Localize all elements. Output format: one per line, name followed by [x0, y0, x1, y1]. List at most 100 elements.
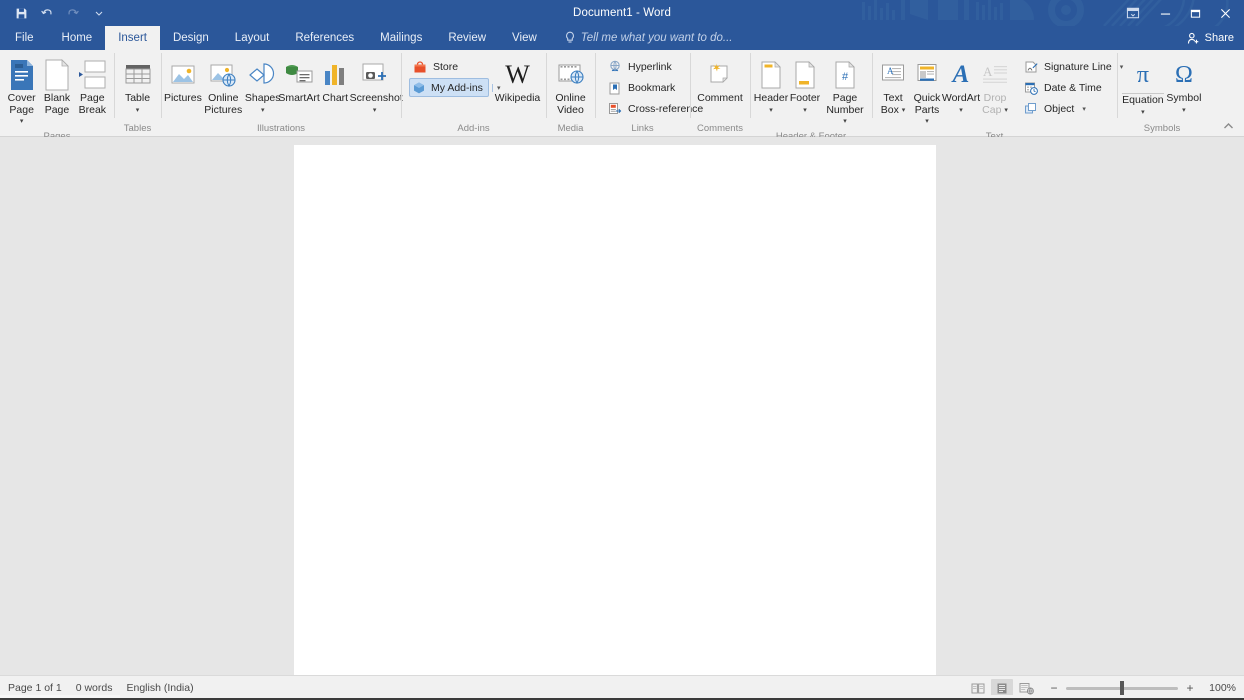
tab-review[interactable]: Review — [435, 26, 499, 50]
drop-cap-label: Drop Cap ▾ — [982, 92, 1008, 116]
smartart-button[interactable]: SmartArt — [278, 54, 320, 107]
pictures-button[interactable]: Pictures — [164, 54, 202, 107]
wikipedia-button[interactable]: W Wikipedia — [493, 54, 542, 107]
word-window: Document1 - Word File Home Insert Design… — [0, 0, 1244, 700]
blank-page-label: Blank Page — [43, 92, 71, 116]
store-button[interactable]: Store — [409, 57, 489, 76]
header-button[interactable]: Header ▾ — [754, 54, 788, 118]
tab-references[interactable]: References — [282, 26, 367, 50]
zoom-slider-thumb[interactable] — [1120, 680, 1124, 696]
quick-access-toolbar — [0, 2, 112, 24]
wikipedia-icon: W — [505, 60, 530, 89]
comment-button[interactable]: Comment — [694, 54, 746, 107]
online-pictures-button[interactable]: Online Pictures — [201, 54, 246, 118]
my-add-ins-label: My Add-ins — [431, 81, 483, 94]
tab-mailings[interactable]: Mailings — [367, 26, 435, 50]
group-label-comments: Comments — [697, 123, 743, 134]
save-button[interactable] — [8, 2, 34, 24]
tell-me-search-input[interactable]: Tell me what you want to do... — [550, 26, 732, 50]
tab-file[interactable]: File — [0, 26, 49, 50]
document-area — [0, 137, 1244, 675]
store-icon — [412, 59, 428, 75]
zoom-slider[interactable] — [1066, 680, 1178, 696]
ribbon-group-header-footer: Header ▾ Footer ▾ # Page Number ▾ Header &… — [750, 50, 872, 142]
ribbon-group-symbols: π Equation ▾ Ω Symbol ▾ Symbols — [1117, 50, 1207, 136]
undo-button[interactable] — [34, 2, 60, 24]
page-number-icon: # — [833, 58, 857, 92]
share-button[interactable]: Share — [1136, 26, 1244, 50]
footer-label: Footer ▾ — [789, 92, 821, 114]
page-break-button[interactable]: Page Break — [75, 54, 110, 118]
redo-button[interactable] — [60, 2, 86, 24]
object-dropdown-icon[interactable]: ▾ — [1082, 105, 1086, 113]
cover-page-button[interactable]: Cover Page ▾ — [4, 54, 39, 130]
text-box-button[interactable]: A Text Box ▾ — [876, 54, 910, 118]
online-pictures-icon — [209, 58, 237, 92]
blank-page-button[interactable]: Blank Page — [39, 54, 74, 118]
chart-label: Chart — [322, 92, 349, 104]
hyperlink-label: Hyperlink — [628, 60, 672, 73]
tab-view[interactable]: View — [499, 26, 550, 50]
screenshot-label: Screenshot ▾ — [349, 92, 403, 114]
tab-home[interactable]: Home — [49, 26, 106, 50]
zoom-percent[interactable]: 100% — [1202, 682, 1236, 694]
shapes-button[interactable]: Shapes ▾ — [245, 54, 281, 118]
chart-button[interactable]: Chart — [318, 54, 352, 107]
page-info[interactable]: Page 1 of 1 — [8, 682, 62, 694]
quick-parts-icon — [915, 58, 939, 92]
hyperlink-icon — [607, 59, 623, 75]
signature-line-button[interactable]: Signature Line ▾ — [1020, 57, 1128, 76]
footer-button[interactable]: Footer ▾ — [788, 54, 822, 118]
ribbon-group-text: A Text Box ▾ Quick Parts ▾ A WordArt ▾ A… — [872, 50, 1123, 142]
drop-cap-button[interactable]: A Drop Cap ▾ — [978, 54, 1012, 118]
my-addins-icon — [412, 80, 426, 96]
share-person-icon — [1187, 32, 1198, 44]
restore-icon[interactable] — [1180, 0, 1210, 26]
tab-design[interactable]: Design — [160, 26, 222, 50]
online-video-label: Online Video — [555, 92, 586, 116]
tab-layout[interactable]: Layout — [222, 26, 283, 50]
ribbon: Cover Page ▾ Blank Page Page Break Pages — [0, 50, 1244, 142]
language-indicator[interactable]: English (India) — [126, 682, 193, 694]
minimize-icon[interactable] — [1150, 0, 1180, 26]
quick-parts-button[interactable]: Quick Parts ▾ — [910, 54, 944, 130]
ribbon-group-links: Hyperlink Bookmark Cross-reference Links — [595, 50, 703, 136]
horizontal-scrollbar[interactable] — [0, 695, 1244, 700]
symbol-button[interactable]: Ω Symbol ▾ — [1165, 54, 1203, 118]
object-icon — [1023, 101, 1039, 117]
ribbon-group-illustrations: Pictures Online Pictures Shapes ▾ SmartA… — [161, 50, 403, 136]
wordart-icon: A — [952, 61, 970, 88]
collapse-ribbon-button[interactable] — [1218, 118, 1238, 134]
zoom-out-button[interactable]: − — [1049, 681, 1059, 695]
tab-insert[interactable]: Insert — [105, 26, 160, 50]
table-label: Table ▾ — [124, 92, 151, 114]
group-label-links: Links — [631, 123, 654, 134]
symbol-label: Symbol ▾ — [1166, 92, 1202, 114]
my-add-ins-button[interactable]: My Add-ins ▾ — [409, 78, 500, 97]
date-time-button[interactable]: Date & Time — [1020, 78, 1128, 97]
customize-quick-access-toolbar-button[interactable] — [86, 2, 112, 24]
close-icon[interactable] — [1210, 0, 1240, 26]
object-label: Object — [1044, 102, 1075, 115]
ribbon-tab-strip: File Home Insert Design Layout Reference… — [0, 26, 1244, 50]
shapes-icon — [248, 58, 278, 92]
document-page[interactable] — [294, 145, 936, 675]
equation-button[interactable]: π Equation ▾ — [1121, 54, 1165, 120]
screenshot-button[interactable]: Screenshot ▾ — [349, 54, 403, 118]
bookmark-label: Bookmark — [628, 81, 676, 94]
ribbon-display-options-icon[interactable] — [1116, 0, 1150, 26]
ribbon-group-tables: Table ▾ Tables — [114, 50, 161, 136]
ribbon-group-add-ins: Store My Add-ins ▾ W Wikipedia Add-ins — [401, 50, 546, 136]
wordart-button[interactable]: A WordArt ▾ — [942, 54, 980, 118]
page-number-button[interactable]: # Page Number ▾ — [822, 54, 868, 130]
zoom-in-button[interactable]: + — [1185, 681, 1195, 695]
title-bar: Document1 - Word — [0, 0, 1244, 26]
header-icon — [759, 58, 783, 92]
signature-line-label: Signature Line — [1044, 60, 1112, 73]
word-count[interactable]: 0 words — [76, 682, 113, 694]
object-button[interactable]: Object ▾ — [1020, 99, 1128, 118]
ribbon-group-comments: Comment Comments — [690, 50, 750, 136]
table-button[interactable]: Table ▾ — [119, 54, 157, 118]
quick-parts-label: Quick Parts ▾ — [913, 92, 941, 125]
online-video-button[interactable]: Online Video — [550, 54, 591, 118]
